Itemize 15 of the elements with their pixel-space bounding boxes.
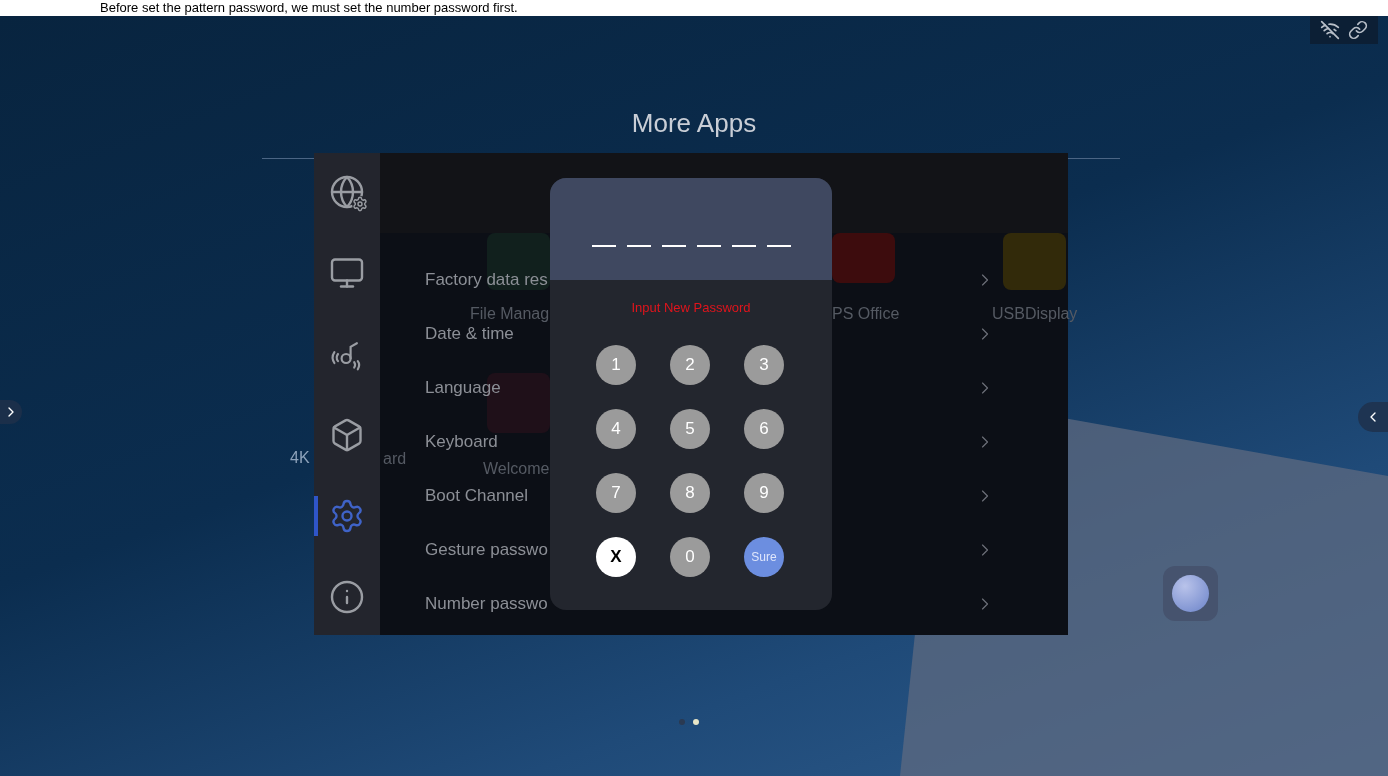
password-prompt: Input New Password bbox=[630, 299, 752, 317]
row-label: Boot Channel bbox=[425, 486, 529, 506]
app-label: ard bbox=[383, 449, 407, 469]
row-label: Factory data res bbox=[425, 270, 548, 290]
app-label: File Manag bbox=[470, 304, 550, 324]
row-label: Language bbox=[425, 378, 501, 398]
row-label: Number passwo bbox=[425, 594, 548, 614]
caption-text: Before set the pattern password, we must set the number password first. bbox=[99, 0, 519, 16]
app-label: PS Office bbox=[832, 304, 900, 324]
row-label: Gesture passwo bbox=[425, 540, 548, 560]
app-label: Welcome bbox=[483, 459, 550, 479]
row-label: Keyboard bbox=[425, 432, 498, 452]
row-label: Date & time bbox=[425, 324, 514, 344]
wallpaper-label: 4K bbox=[290, 448, 310, 468]
screen-title: More Apps bbox=[631, 107, 757, 140]
